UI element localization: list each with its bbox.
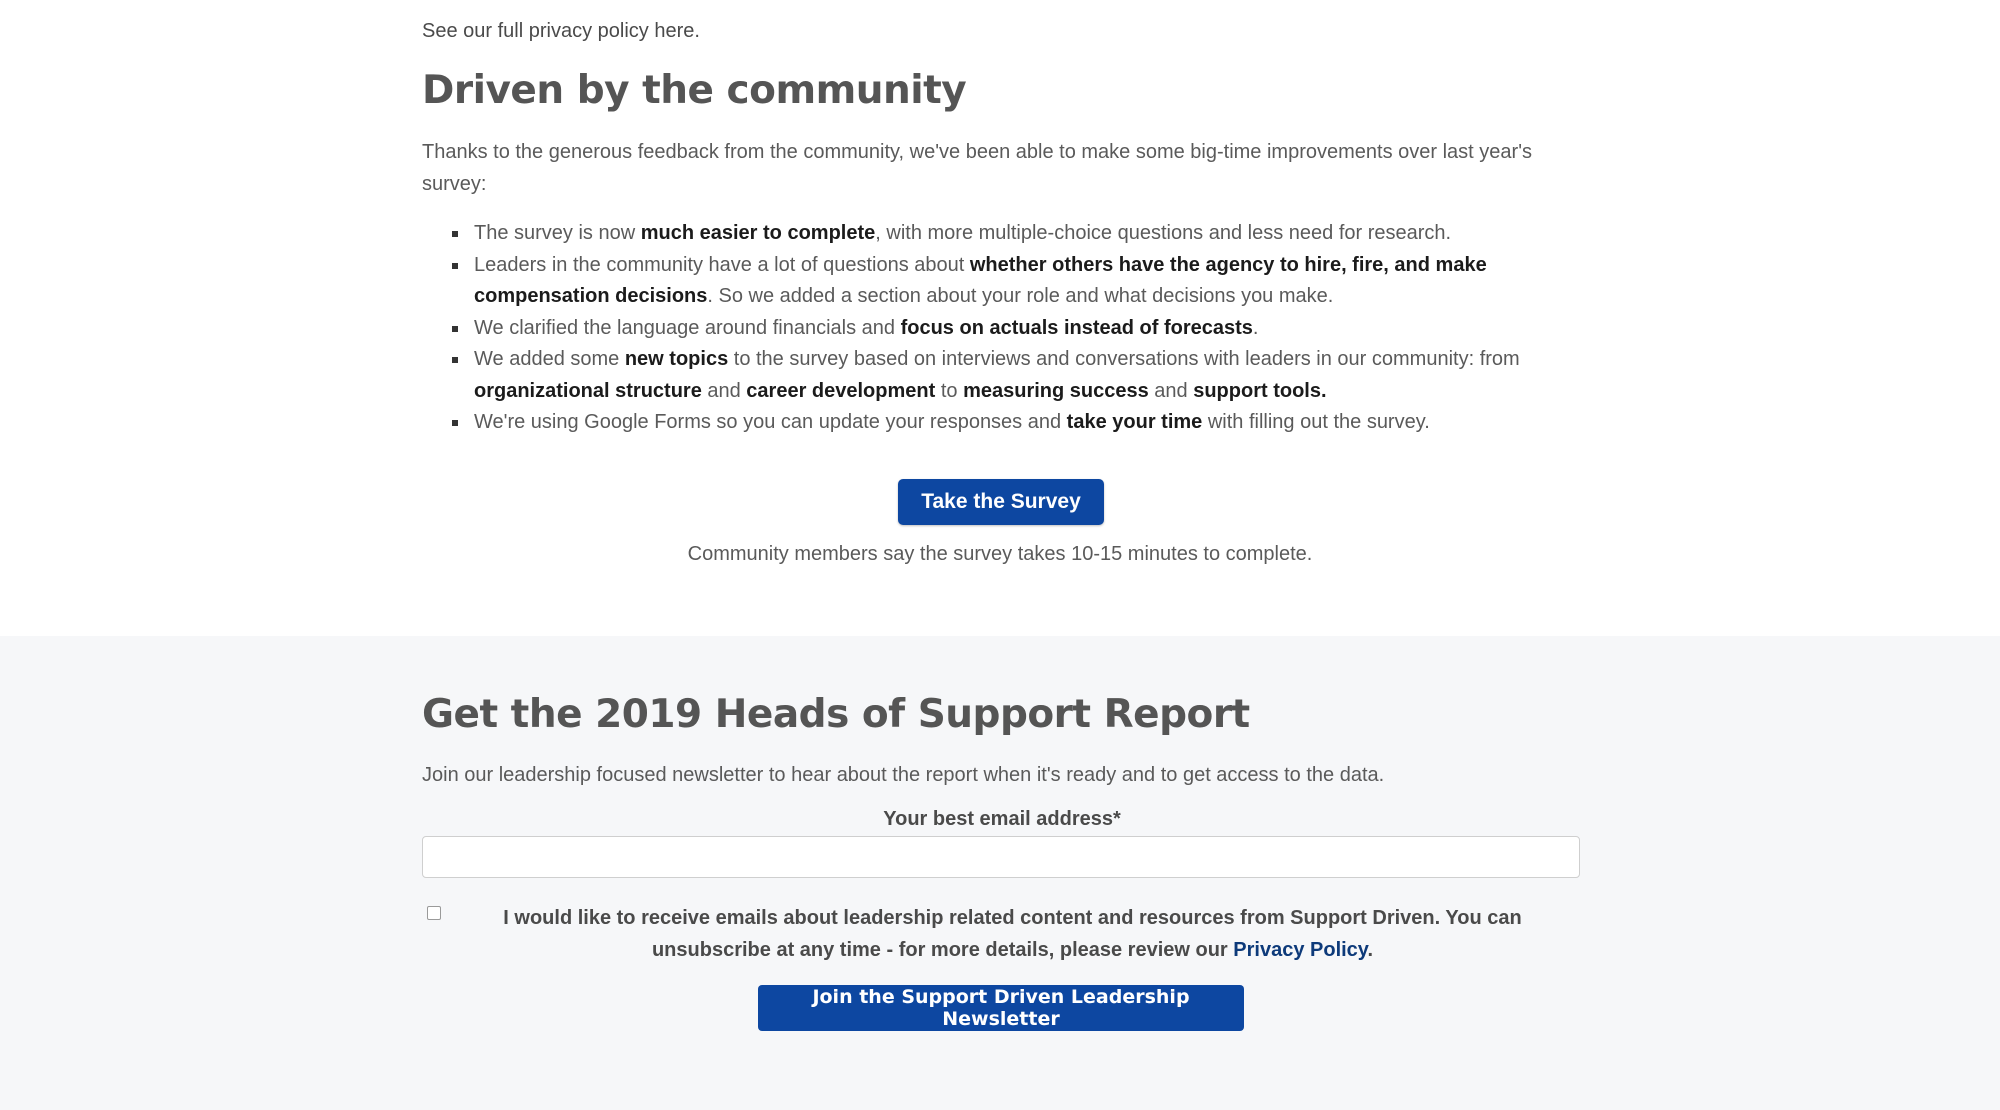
privacy-policy-link-inline[interactable]: Privacy Policy: [1233, 939, 1367, 961]
emphasis-text: take your time: [1066, 411, 1203, 433]
list-item: We clarified the language around financi…: [422, 313, 1582, 345]
list-item-text: .: [1252, 316, 1259, 339]
list-item-text: and: [701, 379, 747, 402]
take-survey-button[interactable]: Take the Survey: [898, 479, 1104, 525]
list-item-text: We're using Google Forms so you can upda…: [474, 411, 1067, 433]
bullet-icon: [452, 262, 458, 269]
consent-text: I would like to receive emails about lea…: [455, 902, 1570, 966]
list-item-text: with filling out the survey.: [1202, 411, 1430, 433]
consent-checkbox[interactable]: [427, 906, 441, 920]
bullet-icon: [452, 357, 458, 363]
bullet-icon: [452, 325, 458, 332]
list-item-text: to the survey based on interviews and co…: [728, 348, 1520, 370]
survey-duration-note: Community members say the survey takes 1…: [687, 543, 1313, 565]
emphasis-text: much easier to complete: [640, 222, 876, 244]
emphasis-text: new topics: [624, 348, 729, 370]
list-item-text: , with more multiple-choice questions an…: [875, 222, 1452, 244]
list-item-text: . So we added a section about your role …: [707, 285, 1334, 307]
email-field[interactable]: [422, 836, 1580, 878]
bullet-icon: [452, 231, 458, 237]
join-newsletter-button[interactable]: Join the Support Driven Leadership Newsl…: [758, 985, 1244, 1031]
list-item-text: and: [1148, 379, 1194, 402]
page: See our full privacy policy here. Driven…: [0, 0, 2000, 1110]
section-heading-report: Get the 2019 Heads of Support Report: [422, 692, 1250, 737]
community-section: See our full privacy policy here. Driven…: [0, 0, 2000, 636]
emphasis-text: support tools.: [1193, 379, 1327, 402]
report-intro: Join our leadership focused newsletter t…: [422, 764, 1385, 786]
emphasis-text: organizational structure: [474, 379, 702, 402]
improvements-list: The survey is now much easier to complet…: [422, 218, 1582, 439]
list-item: We're using Google Forms so you can upda…: [422, 407, 1582, 439]
list-item: We added some new topics to the survey b…: [422, 344, 1582, 407]
list-item-text: We clarified the language around financi…: [474, 316, 901, 339]
privacy-policy-link[interactable]: See our full privacy policy here.: [422, 20, 1582, 43]
email-field-label: Your best email address*: [883, 808, 1121, 830]
list-item: The survey is now much easier to complet…: [422, 218, 1582, 250]
consent-text-end: .: [1367, 939, 1374, 961]
list-item-text: Leaders in the community have a lot of q…: [474, 253, 970, 276]
bullet-icon: [452, 420, 458, 426]
emphasis-text: measuring success: [963, 379, 1149, 402]
emphasis-text: focus on actuals instead of forecasts: [900, 316, 1253, 339]
emphasis-text: career development: [746, 379, 936, 402]
list-item: Leaders in the community have a lot of q…: [422, 250, 1582, 313]
list-item-text: We added some: [474, 348, 625, 370]
section-heading-community: Driven by the community: [422, 68, 967, 113]
list-item-text: The survey is now: [474, 222, 641, 244]
list-item-text: to: [935, 379, 964, 402]
community-intro: Thanks to the generous feedback from the…: [422, 141, 1533, 195]
